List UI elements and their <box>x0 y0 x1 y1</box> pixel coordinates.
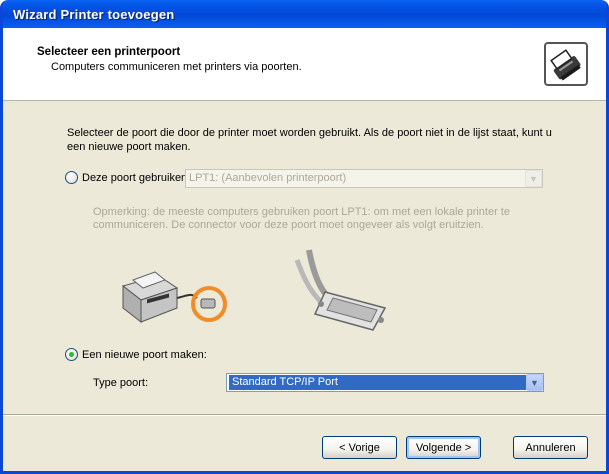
page-title: Selecteer een printerpoort <box>37 46 181 58</box>
wizard-content: Selecteer de poort die door de printer m… <box>3 102 606 402</box>
window-title: Wizard Printer toevoegen <box>13 6 175 22</box>
new-port-label: Een nieuwe poort maken: <box>82 348 207 361</box>
chevron-down-icon[interactable]: ▼ <box>526 374 543 391</box>
port-type-value: Standard TCP/IP Port <box>229 375 526 390</box>
parallel-connector-illustration <box>294 249 387 331</box>
title-bar[interactable]: Wizard Printer toevoegen <box>3 0 606 28</box>
page-subtitle: Computers communiceren met printers via … <box>51 61 302 73</box>
wizard-window: Wizard Printer toevoegen Selecteer een p… <box>0 0 609 474</box>
chevron-down-icon[interactable]: ▼ <box>525 170 542 187</box>
new-port-option[interactable]: Een nieuwe poort maken: <box>65 348 207 361</box>
footer-divider <box>3 414 606 416</box>
printer-port-icon <box>544 42 588 86</box>
port-note: Opmerking: de meeste computers gebruiken… <box>93 206 510 231</box>
port-description: Selecteer de poort die door de printer m… <box>67 127 552 153</box>
existing-port-dropdown[interactable]: LPT1: (Aanbevolen printerpoort) ▼ <box>185 169 543 188</box>
cancel-button[interactable]: Annuleren <box>513 436 588 459</box>
port-type-label: Type poort: <box>93 377 149 389</box>
next-button[interactable]: Volgende > <box>406 436 481 459</box>
back-button[interactable]: < Vorige <box>322 436 397 459</box>
existing-port-radio[interactable] <box>65 171 78 184</box>
computer-port-illustration <box>121 271 227 324</box>
existing-port-option[interactable]: Deze poort gebruiken: <box>65 171 190 184</box>
existing-port-label: Deze poort gebruiken: <box>82 171 191 184</box>
existing-port-value: LPT1: (Aanbevolen printerpoort) <box>189 172 347 184</box>
port-type-dropdown[interactable]: Standard TCP/IP Port ▼ <box>226 373 544 392</box>
new-port-radio[interactable] <box>65 348 78 361</box>
wizard-header: Selecteer een printerpoort Computers com… <box>3 28 606 101</box>
